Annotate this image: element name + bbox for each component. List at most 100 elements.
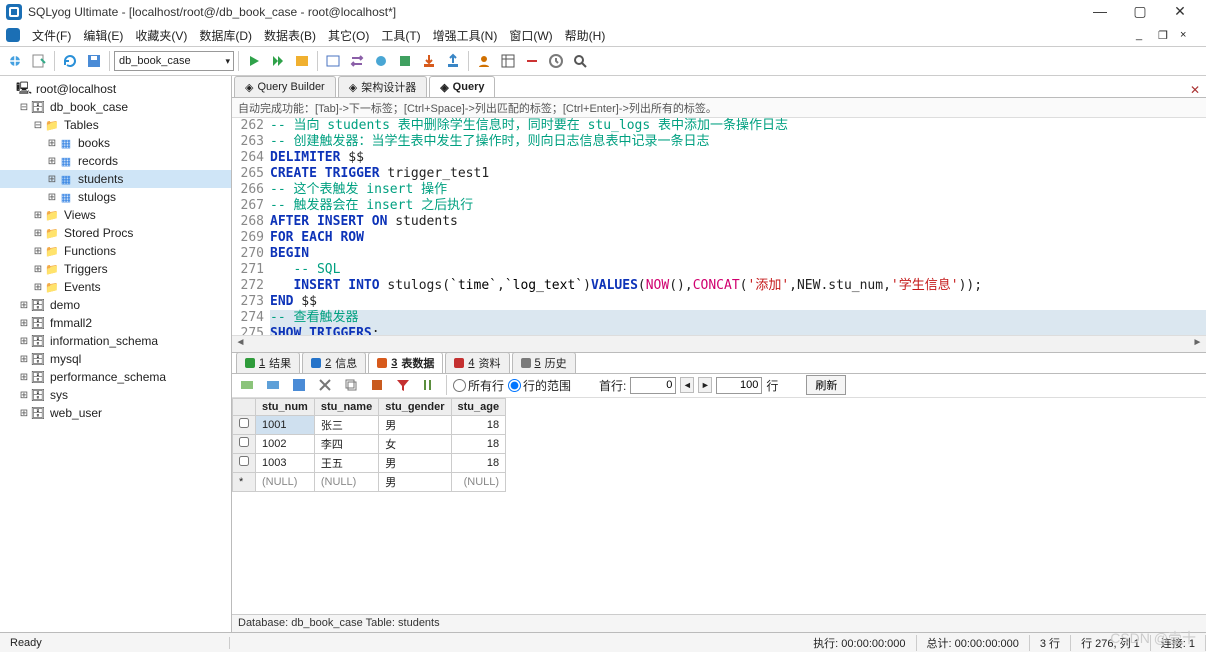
mdi-close-button[interactable]: × <box>1180 29 1200 41</box>
editor-horizontal-scrollbar[interactable]: ◄ ► <box>232 335 1206 352</box>
mdi-restore-button[interactable]: ❐ <box>1158 29 1178 42</box>
grid-sort-icon[interactable] <box>418 374 440 396</box>
tree-row[interactable]: ⊞web_user <box>0 404 231 422</box>
grid-save-icon[interactable] <box>288 374 310 396</box>
grid-export-icon[interactable] <box>366 374 388 396</box>
menu-item[interactable]: 其它(O) <box>322 25 375 46</box>
column-header[interactable]: stu_age <box>451 398 506 415</box>
grid-delete-row-icon[interactable] <box>262 374 284 396</box>
tree-row[interactable]: ⊟Tables <box>0 116 231 134</box>
tree-row[interactable]: ⊞Views <box>0 206 231 224</box>
menu-item[interactable]: 收藏夹(V) <box>129 25 193 46</box>
data-grid[interactable]: stu_numstu_namestu_genderstu_age1001张三男1… <box>232 398 1206 615</box>
page-prev-icon[interactable]: ◄ <box>680 377 694 393</box>
refresh-button[interactable]: 刷新 <box>806 375 846 395</box>
results-toolbar: 所有行 行的范围 首行: ◄ ► 行 刷新 <box>232 374 1206 398</box>
grid-filter-icon[interactable] <box>392 374 414 396</box>
status-row-count: 3 行 <box>1030 635 1071 651</box>
menu-item[interactable]: 数据库(D) <box>193 25 258 46</box>
editor-code-area[interactable]: -- 当向 students 表中删除学生信息时，同时要在 stu_logs 表… <box>270 118 1206 335</box>
editor-tab[interactable]: ◈架构设计器 <box>338 76 427 97</box>
explain-icon[interactable] <box>291 50 313 72</box>
execute-all-icon[interactable] <box>267 50 289 72</box>
tree-row[interactable]: ⊞sys <box>0 386 231 404</box>
menu-item[interactable]: 工具(T) <box>375 25 426 46</box>
result-tab[interactable]: 4 资料 <box>445 352 509 373</box>
new-query-icon[interactable] <box>28 50 50 72</box>
refresh-icon[interactable] <box>59 50 81 72</box>
grid-cancel-icon[interactable] <box>314 374 336 396</box>
tree-row[interactable]: ⊞books <box>0 134 231 152</box>
grid-add-row-icon[interactable] <box>236 374 258 396</box>
tree-row[interactable]: ⊞students <box>0 170 231 188</box>
sql-editor[interactable]: 2622632642652662672682692702712722732742… <box>232 118 1206 335</box>
result-tab[interactable]: 5 历史 <box>512 352 576 373</box>
flush-icon[interactable] <box>521 50 543 72</box>
editor-tab[interactable]: ◈Query Builder <box>234 76 336 97</box>
minimize-button[interactable]: — <box>1080 0 1120 24</box>
user-manager-icon[interactable] <box>473 50 495 72</box>
close-button[interactable]: ✕ <box>1160 0 1200 24</box>
result-tab[interactable]: 1 结果 <box>236 352 300 373</box>
zoom-icon[interactable] <box>569 50 591 72</box>
menu-item[interactable]: 编辑(E) <box>77 25 129 46</box>
table-row[interactable]: *(NULL)(NULL)男(NULL) <box>233 472 506 491</box>
save-icon[interactable] <box>83 50 105 72</box>
page-next-icon[interactable]: ► <box>698 377 712 393</box>
row-count-input[interactable] <box>716 377 762 394</box>
tree-row[interactable]: ⊟db_book_case <box>0 98 231 116</box>
scroll-right-icon[interactable]: ► <box>1189 335 1206 352</box>
menu-item[interactable]: 窗口(W) <box>503 25 558 46</box>
menu-item[interactable]: 帮助(H) <box>559 25 612 46</box>
result-tab[interactable]: 3 表数据 <box>368 352 443 373</box>
tree-row[interactable]: ⊞demo <box>0 296 231 314</box>
grid-copy-icon[interactable] <box>340 374 362 396</box>
status-connections: 连接: 1 <box>1151 635 1206 651</box>
tree-row[interactable]: ⊞Triggers <box>0 260 231 278</box>
tree-row[interactable]: ⊞Functions <box>0 242 231 260</box>
table-diag-icon[interactable] <box>497 50 519 72</box>
tab-icon: ◈ <box>245 81 253 94</box>
table-row[interactable]: 1001张三男18 <box>233 415 506 434</box>
history-icon[interactable] <box>545 50 567 72</box>
rows-range-radio[interactable]: 行的范围 <box>508 377 571 394</box>
export-icon[interactable] <box>442 50 464 72</box>
column-header[interactable]: stu_num <box>256 398 315 415</box>
rows-all-radio[interactable]: 所有行 <box>453 377 504 394</box>
tabs-close-icon[interactable]: ✕ <box>1186 83 1204 97</box>
mdi-minimize-button[interactable]: _ <box>1136 29 1156 41</box>
result-tab[interactable]: 2 信息 <box>302 352 366 373</box>
tree-row[interactable]: ⊞mysql <box>0 350 231 368</box>
tree-row[interactable]: ⊞stulogs <box>0 188 231 206</box>
backup-icon[interactable] <box>394 50 416 72</box>
status-ready: Ready <box>0 637 230 649</box>
editor-tab[interactable]: ◈Query <box>429 76 495 97</box>
column-header[interactable]: stu_gender <box>379 398 451 415</box>
column-header[interactable]: stu_name <box>314 398 378 415</box>
data-sync-icon[interactable] <box>370 50 392 72</box>
schema-sync-icon[interactable] <box>346 50 368 72</box>
tree-row[interactable]: ⊞records <box>0 152 231 170</box>
menu-item[interactable]: 文件(F) <box>26 25 77 46</box>
rows-unit-label: 行 <box>766 377 778 394</box>
table-row[interactable]: 1003王五男18 <box>233 453 506 472</box>
table-row[interactable]: 1002李四女18 <box>233 434 506 453</box>
import-icon[interactable] <box>418 50 440 72</box>
scroll-left-icon[interactable]: ◄ <box>232 335 249 352</box>
tree-row[interactable]: ⊞performance_schema <box>0 368 231 386</box>
tree-row[interactable]: ⊞information_schema <box>0 332 231 350</box>
new-connection-icon[interactable] <box>4 50 26 72</box>
tree-row[interactable]: ⊞fmmall2 <box>0 314 231 332</box>
menu-item[interactable]: 增强工具(N) <box>427 25 504 46</box>
format-icon[interactable] <box>322 50 344 72</box>
maximize-button[interactable]: ▢ <box>1120 0 1160 24</box>
menu-item[interactable]: 数据表(B) <box>258 25 322 46</box>
tree-row[interactable]: ⊞Stored Procs <box>0 224 231 242</box>
execute-query-icon[interactable] <box>243 50 265 72</box>
database-selector[interactable]: db_book_case <box>114 51 234 71</box>
first-row-input[interactable] <box>630 377 676 394</box>
tree-row[interactable]: ⊞Events <box>0 278 231 296</box>
object-browser-tree[interactable]: root@localhost⊟db_book_case⊟Tables⊞books… <box>0 76 232 632</box>
database-path-label: Database: db_book_case Table: students <box>232 614 1206 632</box>
tree-row[interactable]: root@localhost <box>0 80 231 98</box>
